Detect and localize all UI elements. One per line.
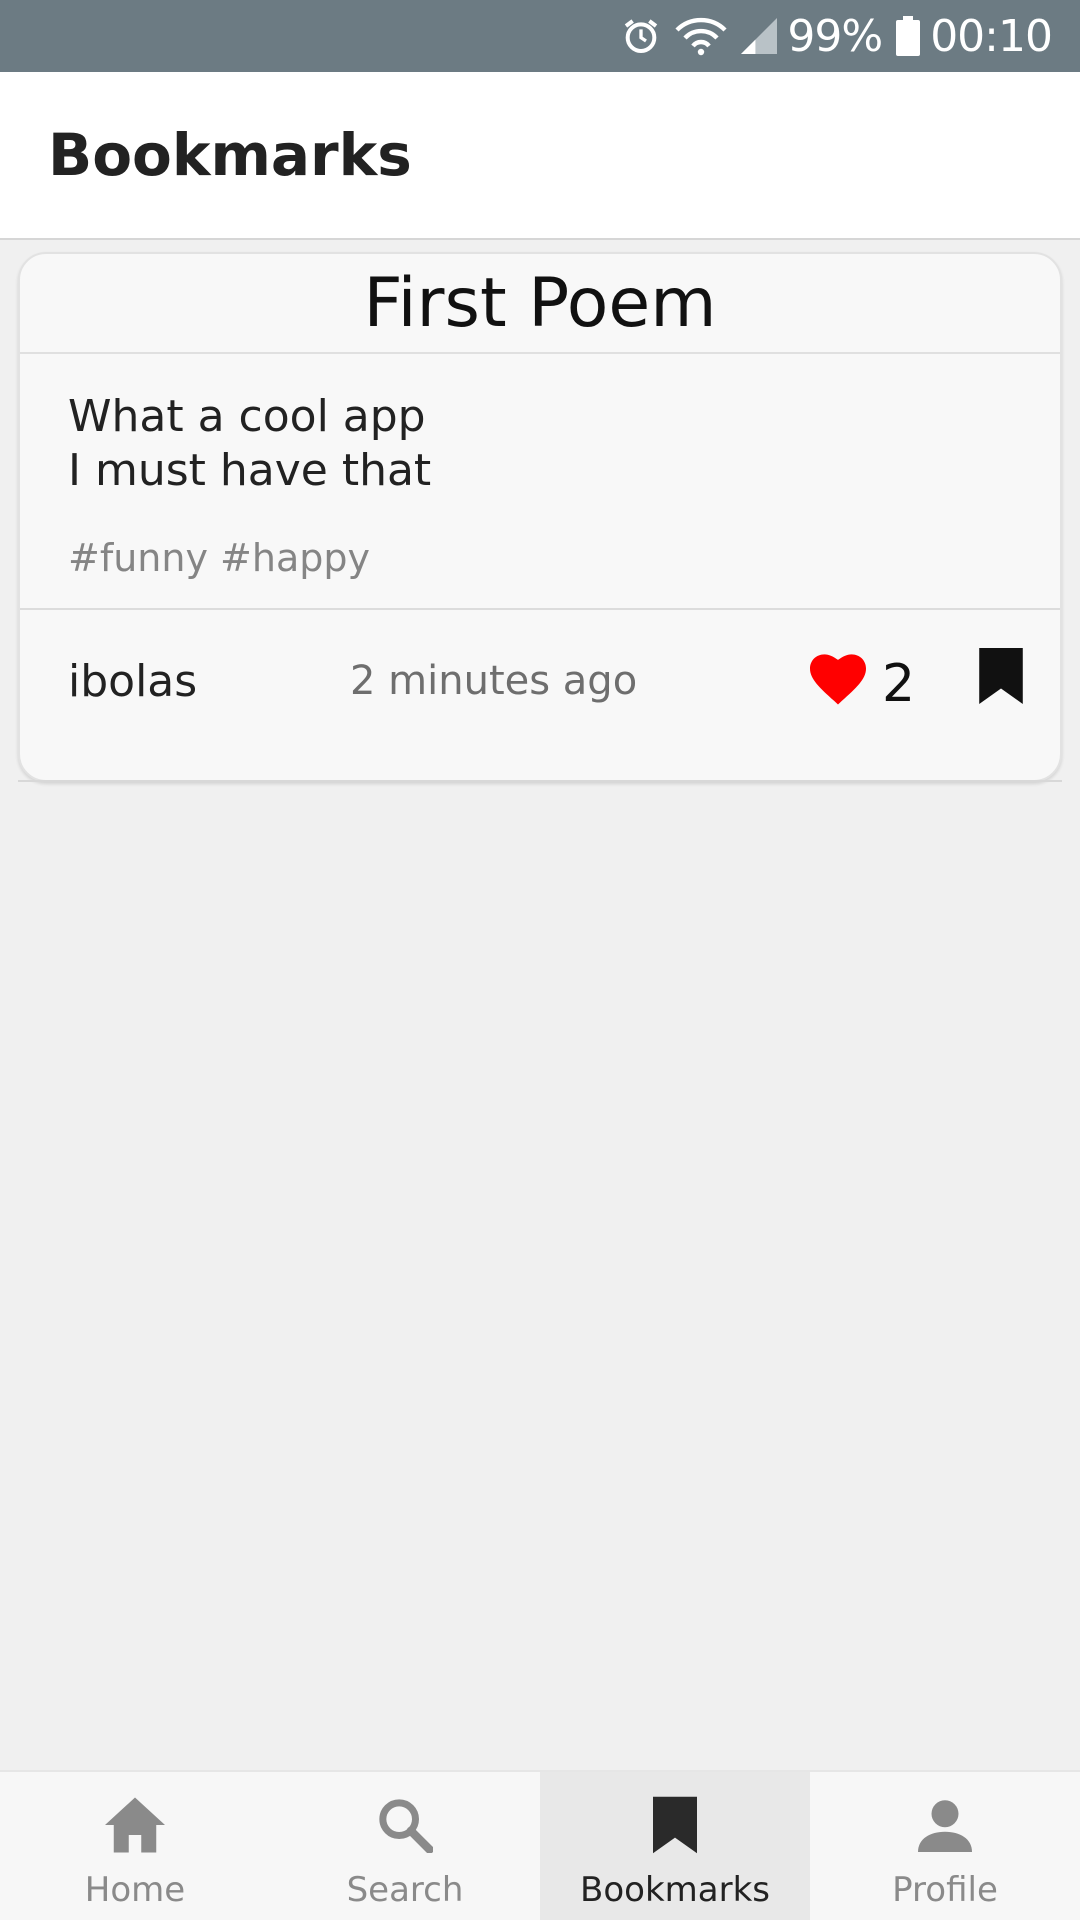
signal-icon xyxy=(741,18,778,54)
nav-item-profile[interactable]: Profile xyxy=(810,1772,1080,1920)
poem-title-row: First Poem xyxy=(20,254,1060,354)
poem-line: What a cool app xyxy=(68,391,426,442)
bookmark-icon xyxy=(644,1794,706,1856)
poem-card[interactable]: First Poem What a cool app I must have t… xyxy=(18,252,1062,782)
card-divider xyxy=(18,780,1062,782)
like-count: 2 xyxy=(882,654,916,714)
wifi-icon xyxy=(675,16,727,56)
battery-percent: 99% xyxy=(787,10,883,62)
poem-tags[interactable]: #funny #happy xyxy=(68,536,1012,580)
nav-item-search[interactable]: Search xyxy=(270,1772,540,1920)
poem-body: What a cool app I must have that #funny … xyxy=(20,354,1060,610)
nav-label: Home xyxy=(84,1870,186,1910)
nav-label: Search xyxy=(346,1870,464,1910)
poem-footer: ibolas 2 minutes ago 2 xyxy=(20,610,1060,780)
battery-icon xyxy=(896,16,921,56)
alarm-icon xyxy=(621,16,661,56)
home-icon xyxy=(104,1794,166,1856)
bottom-nav: Home Search Bookmarks Profile xyxy=(0,1770,1080,1920)
status-bar: 99% 00:10 xyxy=(0,0,1080,72)
nav-item-home[interactable]: Home xyxy=(0,1772,270,1920)
poem-timestamp: 2 minutes ago xyxy=(350,658,638,704)
nav-label: Bookmarks xyxy=(580,1870,770,1910)
clock: 00:10 xyxy=(930,10,1053,62)
app-header: Bookmarks xyxy=(0,72,1080,240)
poem-title: First Poem xyxy=(363,263,717,343)
nav-label: Profile xyxy=(892,1870,998,1910)
heart-icon[interactable] xyxy=(810,654,870,710)
person-icon xyxy=(914,1794,976,1856)
page-title: Bookmarks xyxy=(48,121,412,189)
search-icon xyxy=(374,1794,436,1856)
bookmark-icon[interactable] xyxy=(978,648,1028,712)
poem-line: I must have that xyxy=(68,445,432,496)
poem-author[interactable]: ibolas xyxy=(68,656,197,707)
nav-item-bookmarks[interactable]: Bookmarks xyxy=(540,1772,810,1920)
